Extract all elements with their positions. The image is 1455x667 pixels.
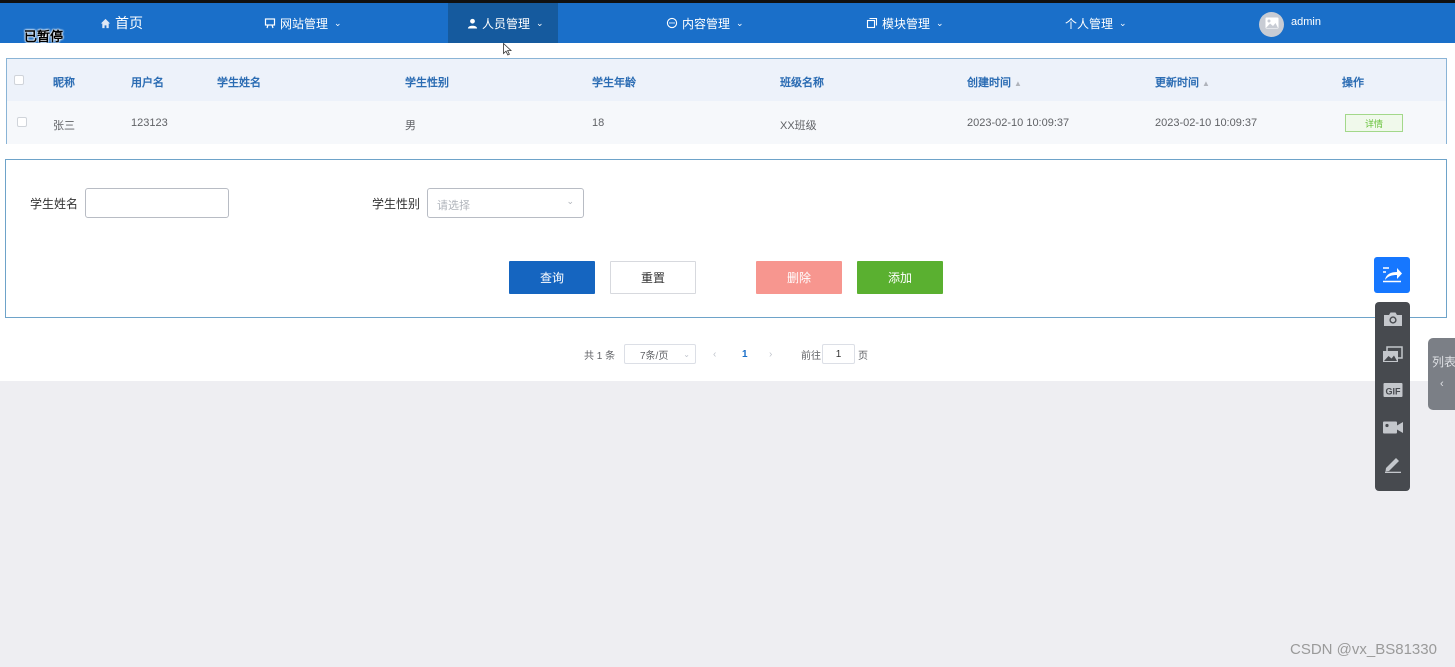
nav-label-home: 首页 — [115, 15, 143, 31]
cell-created: 2023-02-10 10:09:37 — [967, 117, 1070, 129]
pagination-total: 共 1 条 — [584, 350, 616, 362]
search-panel: 学生姓名 学生性别 请选择 ⌄ 查询 重置 删除 添加 — [5, 159, 1447, 318]
share-button[interactable] — [1374, 257, 1410, 293]
chevron-down-icon: ⌄ — [1119, 17, 1127, 28]
cell-age: 18 — [592, 117, 605, 129]
cell-nickname: 张三 — [53, 120, 75, 132]
column-header-created[interactable]: 创建时间 ▲︎ — [967, 74, 1022, 90]
nav-label-people: 人员管理 — [482, 16, 531, 31]
chevron-down-icon: ⌄ — [736, 17, 744, 28]
nav-item-module[interactable]: 模块管理 ⌄ — [866, 3, 944, 43]
column-header-username: 用户名 — [131, 77, 164, 89]
student-name-label: 学生姓名 — [30, 197, 79, 211]
column-header-updated-label: 更新时间 — [1155, 77, 1199, 89]
add-button[interactable]: 添加 — [857, 261, 943, 294]
mouse-cursor-icon — [503, 42, 512, 59]
user-icon — [466, 17, 478, 29]
select-all-checkbox[interactable] — [14, 75, 24, 85]
list-side-tab[interactable]: 列表 ‹ — [1428, 338, 1455, 410]
home-icon — [99, 17, 111, 29]
easel-icon — [264, 17, 276, 29]
nav-item-personal[interactable]: 个人管理 ⌄ — [1065, 3, 1127, 43]
page-size-value: 7条/页 — [640, 350, 669, 362]
page-size-select[interactable]: 7条/页 ⌄ — [624, 344, 696, 364]
nav-item-content[interactable]: 内容管理 ⌄ — [666, 3, 744, 43]
sort-icon[interactable]: ▲︎ — [1014, 79, 1022, 88]
gender-select-placeholder: 请选择 — [437, 200, 470, 212]
page-number-current[interactable]: 1 — [742, 344, 748, 364]
watermark-text: CSDN @vx_BS81330 — [1290, 641, 1437, 658]
delete-button[interactable]: 删除 — [756, 261, 842, 294]
chevron-down-icon: ⌄ — [334, 17, 342, 28]
table-row: 张三 123123 男 18 XX班级 2023-02-10 10:09:37 … — [7, 101, 1446, 144]
nav-item-people[interactable]: 人员管理 ⌄ — [448, 3, 558, 43]
svg-text:GIF: GIF — [1386, 387, 1402, 397]
list-side-tab-label: 列表 — [1432, 355, 1455, 369]
camera-icon[interactable] — [1382, 308, 1404, 330]
user-name[interactable]: admin — [1291, 16, 1321, 28]
goto-prefix: 前往 — [801, 350, 821, 362]
student-name-input[interactable] — [85, 188, 229, 218]
column-header-gender: 学生性别 — [405, 77, 449, 89]
reset-button[interactable]: 重置 — [610, 261, 696, 294]
cell-class: XX班级 — [780, 120, 817, 132]
next-page-button[interactable]: › — [769, 344, 772, 364]
floating-toolbox: GIF — [1375, 302, 1410, 491]
column-header-nickname: 昵称 — [53, 77, 75, 89]
chevron-down-icon: ⌄ — [683, 349, 690, 359]
pen-icon[interactable] — [1382, 453, 1404, 475]
avatar[interactable] — [1259, 12, 1284, 37]
nav-label-personal: 个人管理 — [1065, 16, 1114, 31]
table-header: 昵称 用户名 学生姓名 学生性别 学生年龄 班级名称 创建时间 ▲︎ 更新时间 ▲︎… — [7, 59, 1446, 101]
column-header-student-name: 学生姓名 — [217, 77, 261, 89]
nav-label-module: 模块管理 — [882, 16, 931, 31]
column-header-created-label: 创建时间 — [967, 77, 1011, 89]
avatar-image-icon — [1265, 17, 1279, 32]
nav-label-website: 网站管理 — [280, 16, 329, 31]
column-header-updated[interactable]: 更新时间 ▲︎ — [1155, 74, 1210, 90]
data-table: 昵称 用户名 学生姓名 学生性别 学生年龄 班级名称 创建时间 ▲︎ 更新时间 ▲︎… — [6, 58, 1447, 144]
chevron-down-icon: ⌄ — [936, 17, 944, 28]
images-icon[interactable] — [1382, 344, 1404, 366]
video-camera-icon[interactable] — [1382, 416, 1404, 438]
share-icon — [1381, 265, 1403, 286]
nav-item-home[interactable]: 首页 — [99, 3, 143, 43]
chat-bubble-icon — [666, 17, 678, 29]
cell-updated: 2023-02-10 10:09:37 — [1155, 117, 1258, 129]
student-gender-select[interactable]: 请选择 ⌄ — [427, 188, 584, 218]
top-nav-bar: 首页 网站管理 ⌄ 人员管理 ⌄ 内容管理 ⌄ 模块管理 ⌄ 个人管理 ⌄ ad… — [0, 0, 1455, 43]
prev-page-button[interactable]: ‹ — [713, 344, 716, 364]
row-checkbox[interactable] — [17, 117, 27, 127]
detail-button[interactable]: 详情 — [1345, 114, 1403, 132]
nav-item-website[interactable]: 网站管理 ⌄ — [264, 3, 342, 43]
nav-label-content: 内容管理 — [682, 16, 731, 31]
column-header-action: 操作 — [1342, 77, 1364, 89]
column-header-age: 学生年龄 — [592, 77, 636, 89]
column-header-class: 班级名称 — [780, 77, 824, 89]
query-button[interactable]: 查询 — [509, 261, 595, 294]
copy-icon — [866, 17, 878, 29]
cell-gender: 男 — [405, 120, 416, 132]
gif-icon[interactable]: GIF — [1382, 379, 1404, 401]
sort-icon[interactable]: ▲︎ — [1202, 79, 1210, 88]
goto-page-input[interactable]: 1 — [822, 344, 855, 364]
chevron-down-icon: ⌄ — [566, 196, 574, 206]
chevron-left-icon: ‹ — [1440, 378, 1444, 390]
cell-username: 123123 — [131, 117, 168, 129]
goto-suffix: 页 — [858, 350, 868, 362]
student-gender-label: 学生性别 — [372, 197, 421, 211]
chevron-down-icon: ⌄ — [536, 17, 544, 28]
